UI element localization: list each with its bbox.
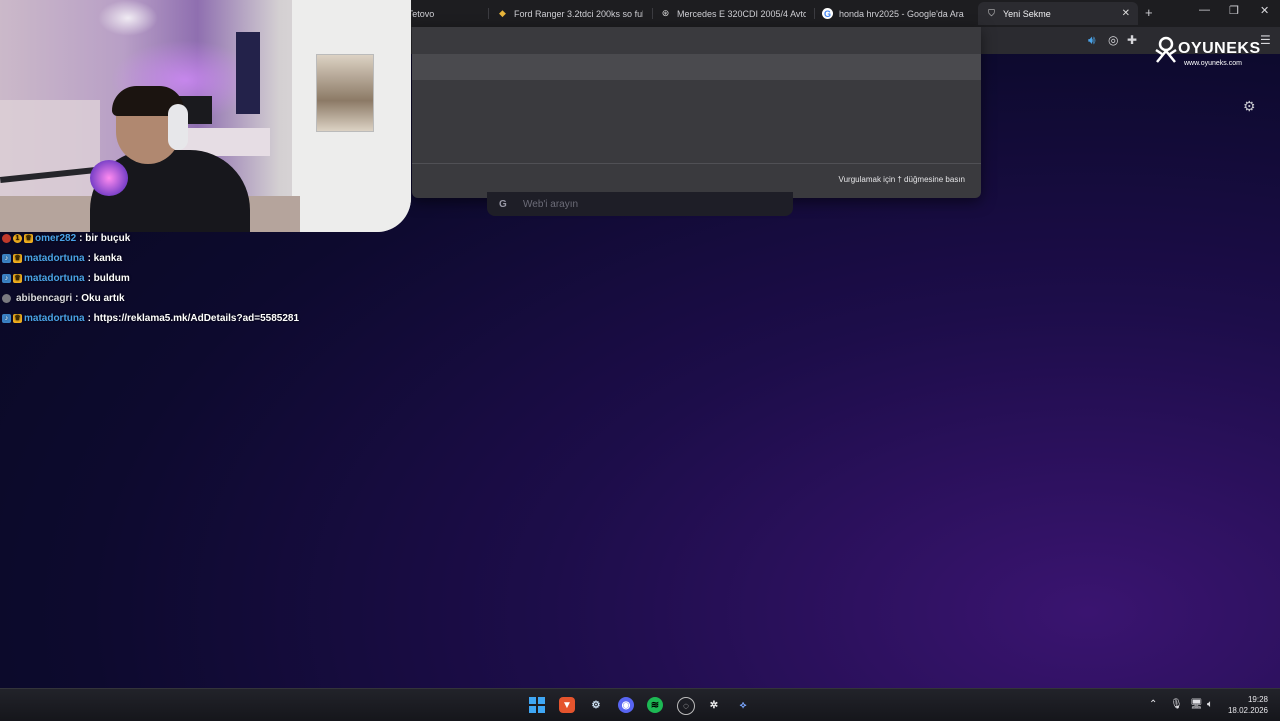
chat-text: : bir buçuk [79, 232, 131, 244]
chat-message: ♪ ♛ matadortuna : kanka [2, 248, 422, 268]
tab-label: Yeni Sekme [1003, 8, 1051, 19]
subscriber-badge-icon: ♛ [13, 273, 22, 283]
omnibox-dropdown: Vurgulamak için † düğmesine basın [412, 27, 981, 198]
gear-icon[interactable]: ⚙ [1243, 98, 1256, 115]
volume-icon[interactable]: 🔈︎ [1207, 699, 1213, 710]
network-icon[interactable]: 🖥︎ [1190, 699, 1203, 710]
prime-badge-icon: ♪ [2, 253, 11, 263]
subscriber-badge-icon: ♛ [13, 313, 22, 323]
steelseries-icon[interactable]: ✲ [706, 697, 722, 713]
tab-ford-ranger[interactable]: ◆ Ford Ranger 3.2tdci 200ks so full opr [497, 2, 643, 25]
webcam-overlay [0, 0, 411, 232]
chat-username: matadortuna [24, 252, 85, 264]
oyuneks-mascot-icon [1155, 36, 1177, 63]
google-icon: G [499, 199, 507, 210]
rewards-icon[interactable]: ◎ [1108, 33, 1118, 47]
chat-username: abibencagri [16, 292, 73, 304]
chat-message: ♪ ♛ matadortuna : buldum [2, 268, 422, 288]
chat-message: abibencagri : Oku artık [2, 288, 422, 308]
chat-text: : Oku artık [75, 292, 125, 304]
brave-browser-icon[interactable]: ▼ [559, 697, 575, 713]
divider [412, 163, 981, 164]
clock-time: 19:28 [1247, 695, 1268, 704]
logo-url: www.oyuneks.com [1184, 60, 1242, 67]
microphone-icon[interactable]: 🎙︎ [1170, 699, 1183, 710]
omnibox-hint: Vurgulamak için † düğmesine basın [838, 175, 965, 184]
tab-separator [814, 8, 815, 19]
tab-new-tab[interactable]: ⛉ Yeni Sekme ✕ [978, 2, 1138, 25]
clock-date: 18.02.2026 [1227, 706, 1268, 715]
ntp-search-box[interactable]: G [487, 192, 793, 216]
chat-message: ♪ ♛ matadortuna : https://reklama5.mk/Ad… [2, 308, 422, 328]
tab-label: Ford Ranger 3.2tdci 200ks so full opr [514, 8, 643, 19]
chat-username: matadortuna [24, 272, 85, 284]
tab-separator [488, 8, 489, 19]
logo-name: OYUNEKS [1178, 40, 1261, 57]
cam-background-bed [0, 100, 100, 200]
steam-icon[interactable]: ⚙ [588, 697, 604, 713]
badge-one-icon: 1 [13, 233, 22, 243]
cam-microphone [90, 160, 128, 196]
tab-label: honda hrv2025 - Google'da Ara [839, 8, 964, 19]
car-listing-icon: ◆ [499, 8, 506, 18]
system-clock[interactable]: 19:28 18.02.2026 [1228, 694, 1268, 716]
chat-text: : buldum [87, 272, 130, 284]
windows-start-icon[interactable] [529, 697, 545, 713]
chat-text: : kanka [87, 252, 123, 264]
oyuneks-logo: OYUNEKS www.oyuneks.com [1154, 34, 1264, 70]
minimize-icon[interactable]: — [1199, 4, 1210, 16]
search-input[interactable] [521, 197, 765, 211]
cam-chandelier [98, 0, 158, 36]
spotify-icon[interactable]: ≋ [647, 697, 663, 713]
tab-google-search[interactable]: G honda hrv2025 - Google'da Ara [822, 2, 968, 25]
audio-playing-icon[interactable]: 🔊︎ [1088, 33, 1096, 48]
chat-username: omer282 [35, 232, 77, 244]
discord-icon[interactable]: ◉ [618, 697, 634, 713]
tab-mercedes[interactable]: ⊛ Mercedes E 320CDI 2005/4 Avtomat [660, 2, 806, 25]
google-icon: G [822, 8, 833, 19]
close-window-icon[interactable]: ✕ [1260, 4, 1269, 17]
omnibox-suggestion-row[interactable] [412, 54, 981, 80]
tab-label: Mercedes E 320CDI 2005/4 Avtomat [677, 8, 806, 19]
restore-icon[interactable]: ❐ [1229, 4, 1239, 17]
close-tab-icon[interactable]: ✕ [1122, 8, 1130, 19]
stream-chat-overlay: 1 ♛ omer282 : bir buçuk ♪ ♛ matadortuna … [2, 228, 422, 328]
obs-icon[interactable]: ◌ [677, 697, 695, 715]
windows-taskbar: ▼ ⚙ ◉ ≋ ◌ ✲ ⟡ ⌃ 🎙︎ 🖥︎ 🔈︎ 19:28 18.02.202… [0, 688, 1280, 721]
chat-message: 1 ♛ omer282 : bir buçuk [2, 228, 422, 248]
prime-badge-icon: ♪ [2, 313, 11, 323]
chevron-up-icon[interactable]: ⌃ [1149, 699, 1157, 710]
chat-username: matadortuna [24, 312, 85, 324]
cam-poster [316, 54, 374, 132]
badge-icon [2, 293, 11, 303]
new-tab-button[interactable]: + [1145, 5, 1153, 20]
app-icon[interactable]: ⟡ [735, 697, 751, 713]
subscriber-badge-icon: ♛ [13, 253, 22, 263]
brave-shield-icon: ⛉ [988, 8, 995, 18]
subscriber-badge-icon: ♛ [24, 233, 33, 243]
badge-icon [2, 233, 11, 243]
cam-headphones [168, 104, 188, 150]
chat-text: : https://reklama5.mk/AdDetails?ad=55852… [87, 312, 300, 324]
extensions-icon[interactable]: ✚ [1127, 33, 1137, 47]
tab-separator [652, 8, 653, 19]
cam-banner [236, 32, 260, 114]
prime-badge-icon: ♪ [2, 273, 11, 283]
mercedes-icon: ⊛ [661, 8, 670, 18]
